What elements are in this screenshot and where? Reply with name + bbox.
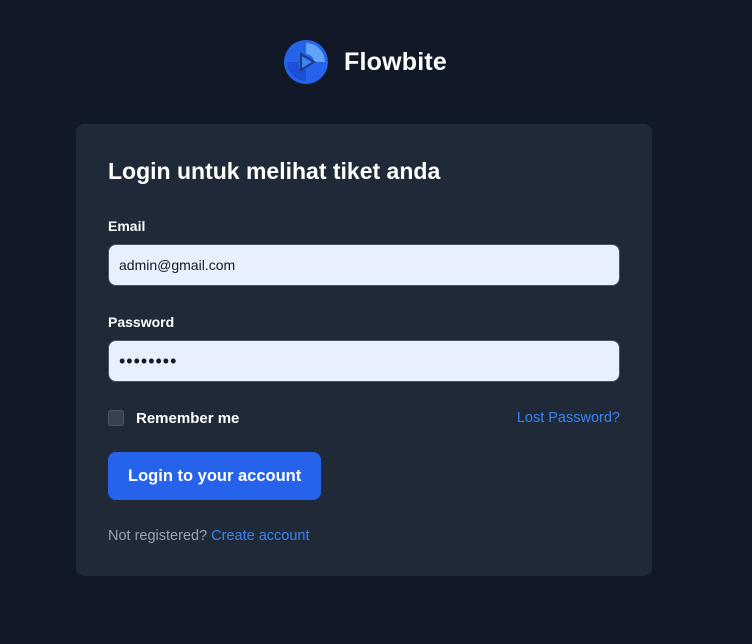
flowbite-logo-icon	[284, 40, 328, 84]
password-field[interactable]	[108, 340, 620, 382]
remember-me-checkbox[interactable]	[108, 410, 124, 426]
brand-header[interactable]: Flowbite	[284, 40, 447, 84]
email-label: Email	[108, 218, 146, 234]
brand-name: Flowbite	[344, 47, 447, 76]
page-title: Login untuk melihat tiket anda	[108, 158, 441, 184]
remember-me-label[interactable]: Remember me	[136, 410, 239, 427]
lost-password-link[interactable]: Lost Password?	[517, 410, 620, 426]
email-field[interactable]	[108, 244, 620, 286]
login-button[interactable]: Login to your account	[108, 452, 322, 500]
form-options-row: Remember me Lost Password?	[108, 408, 620, 428]
register-prompt: Not registered? Create account	[108, 526, 620, 546]
login-card: Login untuk melihat tiket anda Email Pas…	[76, 124, 652, 576]
register-prompt-text: Not registered?	[108, 528, 208, 544]
create-account-link[interactable]: Create account	[211, 528, 309, 544]
password-label: Password	[108, 314, 175, 330]
remember-me[interactable]: Remember me	[108, 410, 239, 427]
